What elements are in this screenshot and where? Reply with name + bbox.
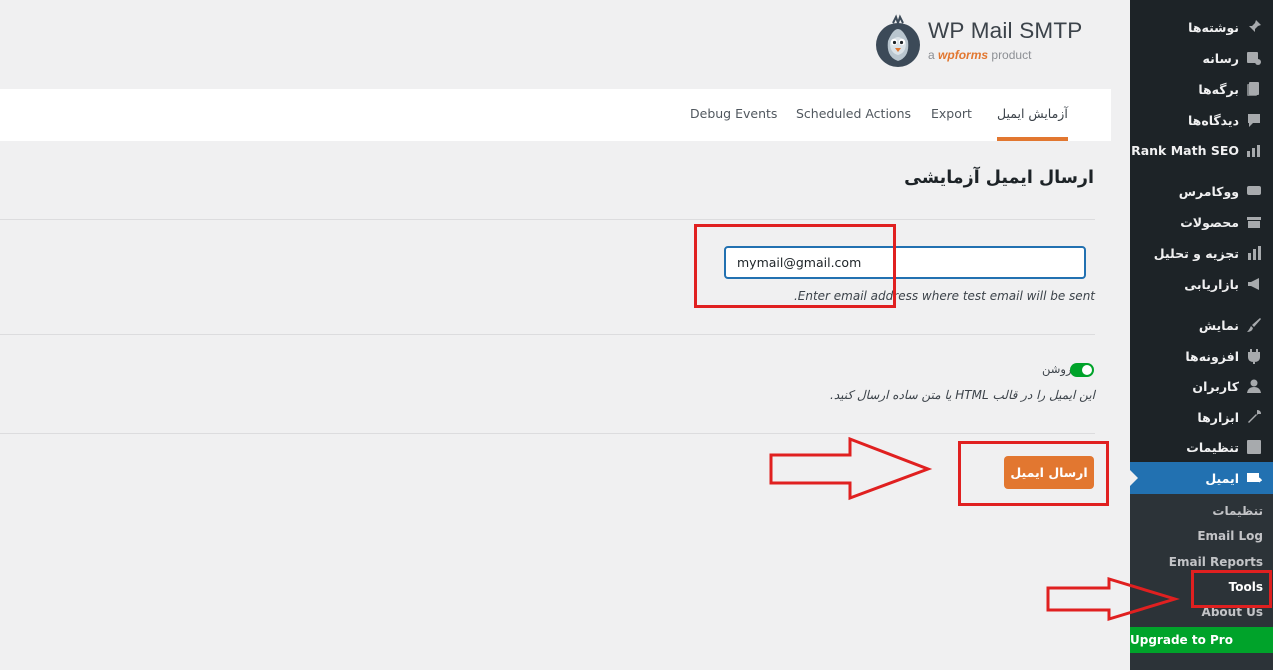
annotation-box-email [694,224,896,308]
user-icon [1245,377,1263,395]
sidebar-item-tools[interactable]: ابزارها [1130,402,1273,432]
sidebar-item-appearance[interactable]: نمایش [1130,310,1273,340]
submenu-item-email-reports[interactable]: Email Reports [1169,555,1263,569]
woo-icon [1245,182,1263,200]
analytics-icon [1245,244,1263,262]
sidebar-item-label: نوشته‌ها [1188,19,1239,35]
sidebar-item-label: تنظیمات [1186,439,1239,455]
divider [0,433,1095,434]
products-icon [1245,213,1263,231]
rankmath-icon [1245,141,1263,159]
annotation-box-send [958,441,1109,506]
sidebar-item-label: محصولات [1180,214,1239,230]
settings-icon [1245,438,1263,456]
divider [0,219,1095,220]
active-tab-indicator [997,137,1068,141]
html-toggle-switch[interactable] [1070,363,1094,377]
sidebar-item-label: بازاریابی [1184,276,1239,292]
tab-scheduled-actions[interactable]: Scheduled Actions [796,106,911,121]
sidebar-item-posts[interactable]: نوشته‌ها [1130,12,1273,42]
pin-icon [1245,18,1263,36]
sidebar-item-label: دیدگاه‌ها [1187,112,1239,128]
sidebar-item-users[interactable]: کاربران [1130,371,1273,401]
upgrade-to-pro-button[interactable]: Upgrade to Pro [1130,627,1273,653]
submenu-item-settings[interactable]: تنظیمات [1212,504,1263,518]
sidebar-item-comments[interactable]: دیدگاه‌ها [1130,105,1273,135]
brand-sub-prefix: a [928,48,935,62]
sidebar-item-label: تجزیه و تحلیل [1153,245,1239,261]
sidebar-item-woocommerce[interactable]: ووکامرس [1130,176,1273,206]
annotation-box-tools [1191,570,1272,608]
sidebar-item-label: نمایش [1198,317,1239,333]
sidebar-item-label: رسانه [1202,50,1239,66]
wrench-icon [1245,408,1263,426]
sidebar-item-label: ووکامرس [1178,183,1239,199]
sidebar-item-pages[interactable]: برگه‌ها [1130,74,1273,104]
submenu-item-email-log[interactable]: Email Log [1197,529,1263,543]
sidebar-item-settings[interactable]: تنظیمات [1130,432,1273,462]
page-title: ارسال ایمیل آزمایشی [904,168,1094,188]
sidebar-item-label: ایمیل [1205,470,1239,486]
sidebar-item-marketing[interactable]: بازاریابی [1130,269,1273,299]
sidebar-item-label: افزونه‌ها [1185,348,1239,364]
brand-subtitle: a wpforms product [928,48,1031,62]
sidebar-item-label: ابزارها [1197,409,1239,425]
sidebar-item-products[interactable]: محصولات [1130,207,1273,237]
sidebar-item-media[interactable]: رسانه [1130,43,1273,73]
plugin-icon [1245,347,1263,365]
brand-sub-suffix: product [991,48,1032,62]
annotation-arrow-icon [1046,576,1180,622]
media-icon [1245,49,1263,67]
brand-title: WP Mail SMTP [928,18,1083,43]
brush-icon [1245,316,1263,334]
sidebar-item-plugins[interactable]: افزونه‌ها [1130,341,1273,371]
pages-icon [1245,80,1263,98]
comments-icon [1245,111,1263,129]
email-icon [1245,469,1263,487]
html-help-text: این ایمیل را در قالب HTML یا متن ساده ار… [830,388,1095,402]
sidebar-item-label: کاربران [1192,378,1239,394]
wpforms-wordmark: wpforms [938,48,989,62]
html-toggle-label: روشن [1042,362,1072,376]
sidebar-item-label: Rank Math SEO [1131,142,1239,158]
tab-test-email[interactable]: آزمایش ایمیل [997,106,1068,121]
wp-mail-smtp-logo-icon [876,14,920,67]
sidebar-item-label: برگه‌ها [1198,81,1239,97]
sidebar-item-rank-math[interactable]: Rank Math SEO [1130,135,1273,165]
tab-debug-events[interactable]: Debug Events [690,106,777,121]
sidebar-item-email[interactable]: ایمیل [1130,462,1273,494]
tab-export[interactable]: Export [931,106,972,121]
megaphone-icon [1245,275,1263,293]
annotation-arrow-icon [769,436,933,501]
active-menu-pointer [1130,470,1138,486]
divider [0,334,1095,335]
sidebar-item-analytics[interactable]: تجزیه و تحلیل [1130,238,1273,268]
